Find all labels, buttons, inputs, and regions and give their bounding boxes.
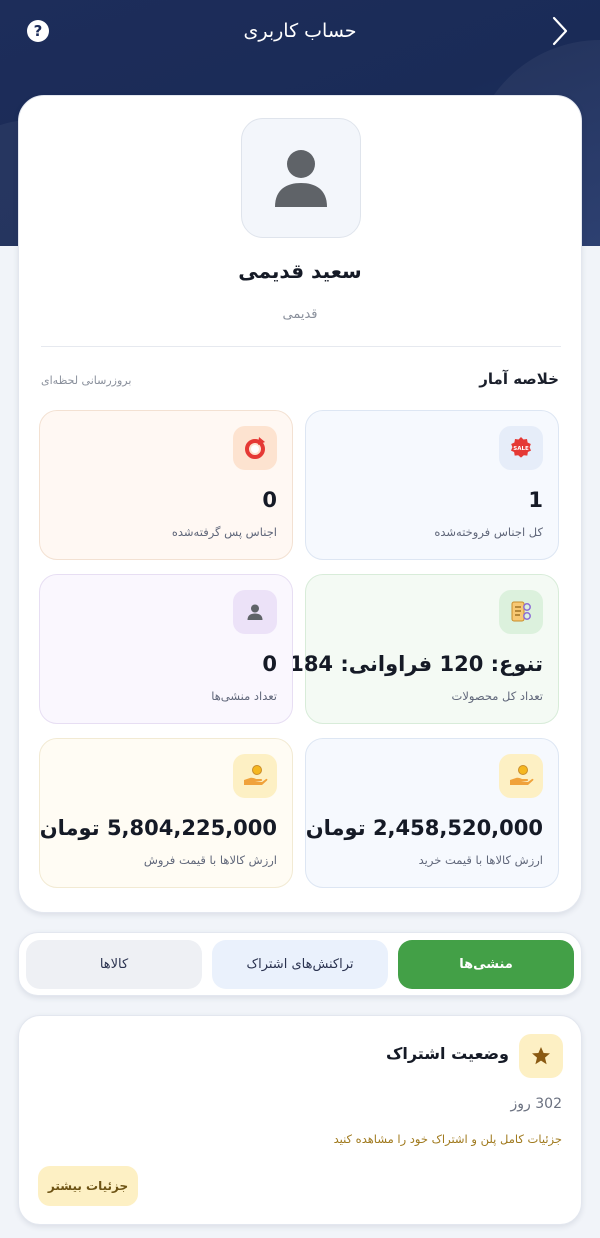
stat-value: 2,458,520,000 تومان: [305, 816, 543, 840]
stat-card-purchase-value[interactable]: 2,458,520,000 تومان ارزش کالاها با قیمت …: [305, 738, 559, 888]
tab-subscription-transactions[interactable]: تراکنش‌های اشتراک: [212, 940, 388, 989]
stat-label: اجناس پس گرفته‌شده: [171, 525, 277, 539]
stat-value: 0: [262, 488, 277, 512]
stat-card-sale-value[interactable]: 5,804,225,000 تومان ارزش کالاها با قیمت …: [39, 738, 293, 888]
stat-card-sold[interactable]: SALE 1 کل اجناس فروخته‌شده: [305, 410, 559, 560]
subscription-days: 302 روز: [510, 1096, 562, 1112]
stat-value: 1: [528, 488, 543, 512]
divider: [41, 346, 561, 347]
user-role: قدیمی: [282, 307, 318, 322]
money-hand-icon: [499, 754, 543, 798]
return-icon: [233, 426, 277, 470]
help-button[interactable]: ?: [27, 20, 49, 42]
svg-text:SALE: SALE: [513, 446, 529, 452]
stat-label: کل اجناس فروخته‌شده: [434, 525, 543, 539]
stat-value: 0: [262, 652, 277, 676]
page-title: حساب کاربری: [243, 20, 357, 42]
subscription-title: وضعیت اشتراک: [385, 1044, 509, 1063]
chevron-right-icon: [552, 16, 568, 46]
person-icon: [275, 150, 327, 207]
stat-label: ارزش کالاها با قیمت فروش: [143, 853, 277, 867]
stat-card-returned[interactable]: 0 اجناس پس گرفته‌شده: [39, 410, 293, 560]
product-list-icon: [499, 590, 543, 634]
tab-secretaries[interactable]: منشی‌ها: [398, 940, 574, 989]
stat-card-secretaries[interactable]: 0 تعداد منشی‌ها: [39, 574, 293, 724]
user-name: سعید قدیمی: [238, 259, 362, 283]
stat-label: تعداد منشی‌ها: [211, 689, 277, 703]
stat-label: تعداد کل محصولات: [451, 689, 543, 703]
tab-bar: منشی‌ها تراکنش‌های اشتراک کالاها: [18, 932, 582, 996]
tab-products[interactable]: کالاها: [26, 940, 202, 989]
star-icon: [519, 1034, 563, 1078]
stats-title: خلاصه آمار: [479, 370, 559, 388]
stat-label: ارزش کالاها با قیمت خرید: [418, 853, 543, 867]
money-hand-icon: [233, 754, 277, 798]
sale-tag-icon: SALE: [499, 426, 543, 470]
more-details-button[interactable]: جزئیات بیشتر: [38, 1166, 138, 1206]
back-button[interactable]: [546, 14, 574, 48]
profile-card: سعید قدیمی قدیمی خلاصه آمار بروزرسانی لح…: [18, 95, 582, 913]
stat-value: تنوع: 120 فراوانی: 184: [289, 652, 543, 676]
subscription-details-link[interactable]: جزئیات کامل پلن و اشتراک خود را مشاهده ک…: [334, 1132, 562, 1146]
stat-value: 5,804,225,000 تومان: [39, 816, 277, 840]
avatar[interactable]: [241, 118, 361, 238]
subscription-card: وضعیت اشتراک 302 روز جزئیات کامل پلن و ا…: [18, 1015, 582, 1225]
user-icon: [233, 590, 277, 634]
stat-card-products[interactable]: تنوع: 120 فراوانی: 184 تعداد کل محصولات: [289, 574, 559, 724]
help-icon: ?: [33, 22, 43, 40]
top-bar: حساب کاربری ?: [0, 0, 600, 62]
stats-update-note: بروزرسانی لحظه‌ای: [41, 374, 132, 387]
